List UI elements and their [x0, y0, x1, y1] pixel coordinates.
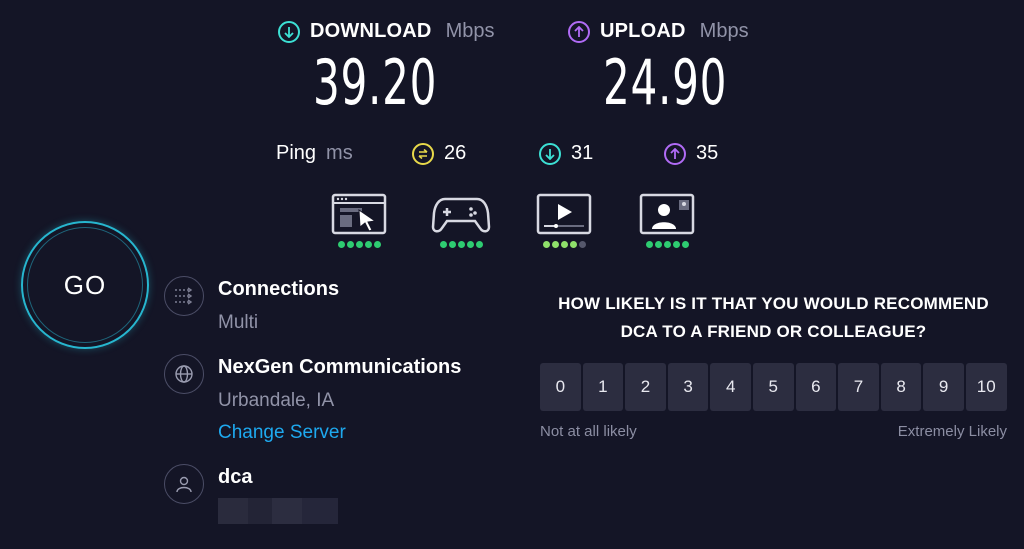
- activity-video-chat: [637, 193, 697, 248]
- change-server-link[interactable]: Change Server: [218, 420, 461, 446]
- ping-idle: 26: [412, 142, 466, 165]
- connections-title: Connections: [218, 278, 340, 300]
- scale-option-7[interactable]: 7: [838, 363, 879, 411]
- rating-dot-filled: [466, 241, 474, 248]
- scale-option-2[interactable]: 2: [625, 363, 666, 411]
- activity-video-streaming: [534, 193, 594, 248]
- scale-option-10[interactable]: 10: [965, 363, 1007, 411]
- go-button-label: GO: [63, 269, 107, 300]
- rating-dots: [337, 241, 381, 248]
- rating-dot-filled: [475, 241, 483, 248]
- rating-dot-filled: [569, 241, 577, 248]
- rating-dot-filled: [337, 241, 345, 248]
- upload-speed-value: 24.90: [603, 46, 728, 119]
- scale-option-5[interactable]: 5: [752, 363, 794, 411]
- scale-option-1[interactable]: 1: [582, 363, 624, 411]
- user-icon: [164, 464, 204, 504]
- connections-value[interactable]: Multi: [218, 310, 339, 336]
- arrow-up-icon: [568, 20, 590, 43]
- scale-labels: Not at all likely Extremely Likely: [540, 423, 1007, 440]
- connections-icon: [164, 276, 204, 316]
- scale-option-3[interactable]: 3: [667, 363, 709, 411]
- upload-label: UPLOAD: [600, 20, 686, 42]
- arrow-down-icon: [278, 20, 300, 43]
- upload-header: UPLOAD Mbps: [568, 20, 749, 43]
- activity-gaming: [431, 193, 491, 248]
- rating-dot-filled: [439, 241, 447, 248]
- survey-question-line1: HOW LIKELY IS IT THAT YOU WOULD RECOMMEN…: [558, 294, 989, 313]
- ping-download: 31: [539, 142, 593, 165]
- user-row: dca: [164, 464, 338, 524]
- server-name: NexGen Communications: [218, 356, 462, 378]
- scale-option-0[interactable]: 0: [540, 363, 581, 411]
- rating-dot-filled: [663, 241, 671, 248]
- ping-label: Ping: [276, 142, 317, 164]
- ping-icon: [412, 142, 434, 165]
- go-button-inner[interactable]: GO: [27, 227, 143, 343]
- user-name: dca: [218, 466, 253, 488]
- rating-dot-filled: [364, 241, 372, 248]
- scale-option-8[interactable]: 8: [880, 363, 922, 411]
- download-label: DOWNLOAD: [310, 20, 432, 42]
- rating-dot-filled: [346, 241, 354, 248]
- arrow-up-icon: [664, 142, 686, 165]
- ping-upload-value: 35: [696, 142, 719, 164]
- server-location: Urbandale, IA: [218, 390, 335, 411]
- globe-icon: [164, 354, 204, 394]
- rating-dot-filled: [654, 241, 662, 248]
- arrow-down-icon: [539, 142, 561, 165]
- survey-question: HOW LIKELY IS IT THAT YOU WOULD RECOMMEN…: [540, 290, 1007, 346]
- rating-dots: [439, 241, 483, 248]
- server-row: NexGen Communications Urbandale, IA Chan…: [164, 354, 461, 446]
- download-unit: Mbps: [445, 20, 495, 42]
- redacted-text: [218, 498, 338, 524]
- download-speed-value: 39.20: [313, 46, 438, 119]
- ping-unit: ms: [326, 142, 353, 164]
- ping-upload: 35: [664, 142, 718, 165]
- upload-unit: Mbps: [699, 20, 749, 42]
- rating-dot-filled: [645, 241, 653, 248]
- rating-dot-filled: [373, 241, 381, 248]
- rating-dot-filled: [560, 241, 568, 248]
- ping-row: Ping ms: [276, 142, 353, 165]
- gaming-icon: [431, 197, 491, 233]
- rating-dot-filled: [355, 241, 363, 248]
- rating-dots: [645, 241, 689, 248]
- survey-question-line2: DCA TO A FRIEND OR COLLEAGUE?: [620, 322, 927, 341]
- rating-dot-filled: [542, 241, 550, 248]
- rating-dots: [542, 241, 586, 248]
- activity-web-browsing: [329, 193, 389, 248]
- rating-dot-filled: [681, 241, 689, 248]
- web-browsing-icon: [331, 193, 387, 235]
- connections-row: Connections Multi: [164, 276, 339, 336]
- ping-idle-value: 26: [444, 142, 467, 164]
- scale-low-label: Not at all likely: [540, 423, 637, 440]
- rating-dot-filled: [448, 241, 456, 248]
- rating-dot-filled: [551, 241, 559, 248]
- scale-option-9[interactable]: 9: [923, 363, 964, 411]
- ping-download-value: 31: [571, 142, 594, 164]
- recommend-scale: 0 1 2 3 4 5 6 7 8 9 10: [540, 363, 1007, 411]
- scale-option-4[interactable]: 4: [710, 363, 751, 411]
- scale-high-label: Extremely Likely: [897, 423, 1007, 440]
- rating-dot-empty: [578, 241, 586, 248]
- go-button[interactable]: GO: [21, 221, 149, 349]
- download-header: DOWNLOAD Mbps: [278, 20, 495, 43]
- scale-option-6[interactable]: 6: [795, 363, 837, 411]
- video-streaming-icon: [536, 193, 592, 235]
- rating-dot-filled: [457, 241, 465, 248]
- video-chat-icon: [639, 193, 695, 235]
- rating-dot-filled: [672, 241, 680, 248]
